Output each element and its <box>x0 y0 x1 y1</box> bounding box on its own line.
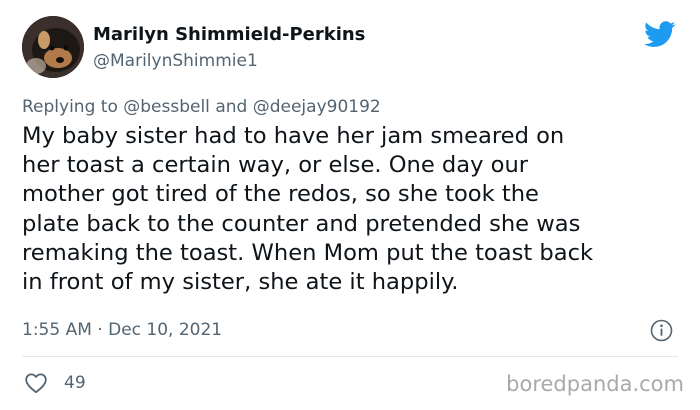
tweet-card: Marilyn Shimmield-Perkins @MarilynShimmi… <box>0 0 700 410</box>
mention-link-deejay[interactable]: @deejay90192 <box>253 97 381 117</box>
tweet-date[interactable]: Dec 10, 2021 <box>108 320 222 340</box>
heart-outline-icon <box>25 373 47 394</box>
twitter-bird-icon[interactable] <box>644 21 676 48</box>
info-icon[interactable] <box>650 319 673 342</box>
tweet-text: My baby sister had to have her jam smear… <box>22 123 594 296</box>
like-button[interactable]: 49 <box>24 372 86 394</box>
reply-context: Replying to @bessbell and @deejay90192 <box>22 97 381 117</box>
author-handle[interactable]: @MarilynShimmie1 <box>93 51 258 71</box>
dog-photo-icon <box>22 16 84 78</box>
like-count: 49 <box>64 373 86 393</box>
divider <box>22 356 678 357</box>
reply-prefix: Replying to <box>22 97 118 117</box>
meta-separator: · <box>97 320 103 340</box>
reply-conjunction: and <box>215 97 248 117</box>
tweet-time[interactable]: 1:55 AM <box>22 320 92 340</box>
author-name[interactable]: Marilyn Shimmield-Perkins <box>93 24 365 45</box>
site-watermark: boredpanda.com <box>506 372 684 396</box>
mention-link-bessbell[interactable]: @bessbell <box>123 97 210 117</box>
avatar[interactable] <box>22 16 84 78</box>
tweet-timestamp: 1:55 AM · Dec 10, 2021 <box>22 320 222 340</box>
